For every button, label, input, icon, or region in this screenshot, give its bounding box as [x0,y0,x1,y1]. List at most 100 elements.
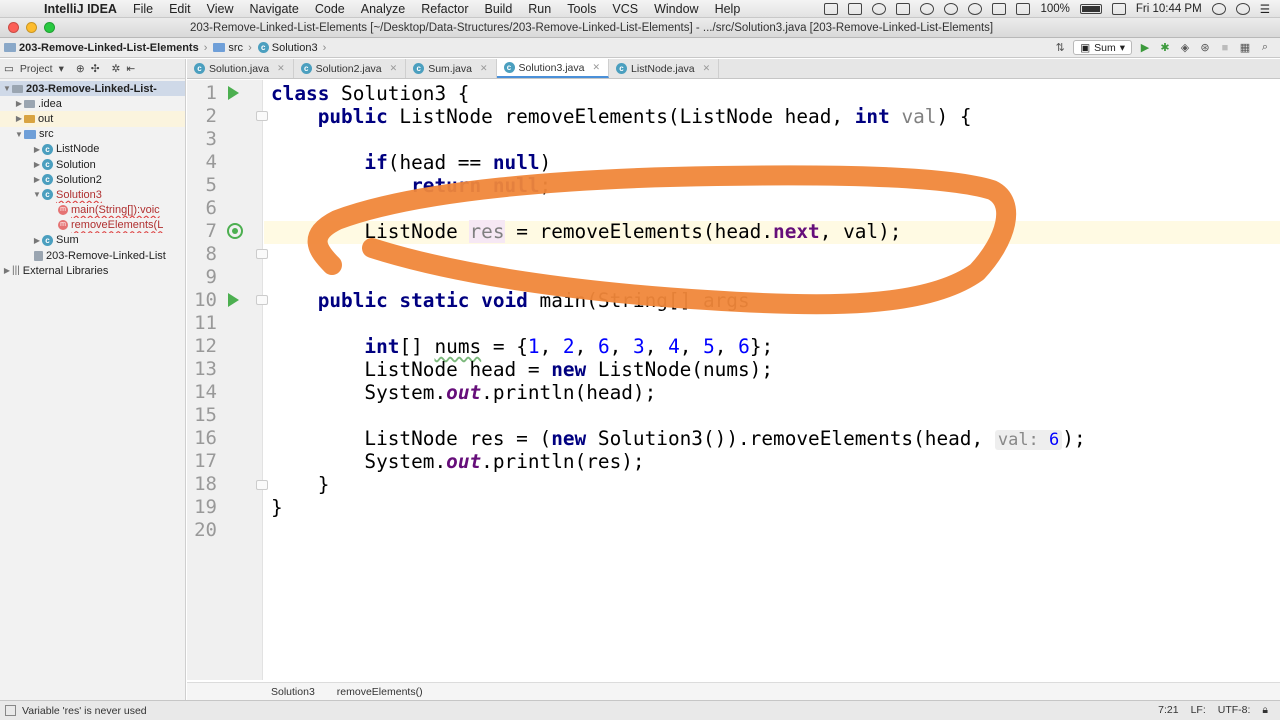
menu-navigate[interactable]: Navigate [242,2,307,16]
gear-icon[interactable]: ✲ [112,63,121,75]
menu-app-name[interactable]: IntelliJ IDEA [36,2,125,16]
close-tab-icon[interactable]: ✕ [386,63,398,74]
hide-panel-icon[interactable]: ⇤ [126,63,135,75]
tree-item-solution2[interactable]: ▶ c Solution2 [0,172,185,187]
breadcrumb-class[interactable]: Solution3 [271,686,315,698]
close-tab-icon[interactable]: ✕ [588,62,600,73]
tree-item-solution3[interactable]: ▼ c Solution3 [0,187,185,202]
menu-analyze[interactable]: Analyze [353,2,413,16]
project-structure-icon[interactable]: ▦ [1238,41,1252,55]
recursive-call-icon[interactable] [227,223,243,239]
tree-item-solution[interactable]: ▶ c Solution [0,157,185,172]
line-separator[interactable]: LF: [1191,704,1206,717]
minimize-window-button[interactable] [26,22,37,33]
tree-item-iml-file[interactable]: 203-Remove-Linked-List [0,248,185,263]
run-configuration-select[interactable]: ▣ Sum ▾ [1073,40,1132,55]
fold-marker-icon[interactable] [256,480,268,490]
tree-item-listnode[interactable]: ▶ c ListNode [0,142,185,157]
close-tab-icon[interactable]: ✕ [476,63,488,74]
code-editor[interactable]: 1 2 3 4 5 6 7 8 9 10 11 12 13 14 15 16 1… [187,80,1280,680]
breadcrumb-project[interactable]: 203-Remove-Linked-List-Elements › [0,42,209,54]
expand-arrow-icon[interactable]: ▼ [2,84,12,93]
tab-solution2[interactable]: c Solution2.java ✕ [294,59,407,78]
bluetooth-icon[interactable] [920,2,935,15]
volume-icon[interactable] [1016,2,1031,15]
collapse-arrow-icon[interactable]: ▶ [2,266,12,275]
menu-build[interactable]: Build [476,2,520,16]
wechat-icon[interactable] [848,2,863,15]
collapse-arrow-icon[interactable]: ▶ [14,99,24,108]
notification-center-icon[interactable]: ☰ [1260,2,1270,16]
code-line: } [271,496,283,519]
tab-listnode[interactable]: c ListNode.java ✕ [609,59,720,78]
fold-marker-icon[interactable] [256,111,268,121]
menu-run[interactable]: Run [520,2,559,16]
tree-item-project-root[interactable]: ▼ 203-Remove-Linked-List- [0,81,185,97]
menu-help[interactable]: Help [707,2,749,16]
fullscreen-window-button[interactable] [44,22,55,33]
sync-icon[interactable] [872,2,887,15]
menu-view[interactable]: View [199,2,242,16]
menubar-clock[interactable]: Fri 10:44 PM [1136,3,1202,15]
wifi-icon[interactable] [968,2,983,15]
menu-tools[interactable]: Tools [559,2,604,16]
airplay-icon[interactable] [992,2,1007,15]
menu-refactor[interactable]: Refactor [413,2,476,16]
menu-window[interactable]: Window [646,2,706,16]
tree-item-removeelements-method[interactable]: m removeElements(L [0,218,185,233]
breadcrumb-src[interactable]: src › [209,42,253,54]
collapse-arrow-icon[interactable]: ▶ [32,145,42,154]
siri-icon[interactable] [1235,2,1250,15]
collapse-arrow-icon[interactable]: ▶ [32,175,42,184]
tree-item-src[interactable]: ▼ src [0,127,185,142]
caret-position[interactable]: 7:21 [1158,704,1178,717]
tree-item-sum[interactable]: ▶ c Sum [0,233,185,248]
tab-sum[interactable]: c Sum.java ✕ [406,59,497,78]
close-window-button[interactable] [8,22,19,33]
debug-icon[interactable]: ✱ [1158,41,1172,55]
tree-item-main-method[interactable]: m main(String[]):voic [0,203,185,218]
chevron-down-icon[interactable]: ▾ [59,63,64,75]
fold-marker-icon[interactable] [256,249,268,259]
tab-solution[interactable]: c Solution.java ✕ [187,59,294,78]
menu-code[interactable]: Code [307,2,353,16]
tree-item-idea[interactable]: ▶ .idea [0,96,185,111]
expand-arrow-icon[interactable]: ▼ [14,130,24,139]
lock-icon[interactable]: 🔒︎ [1262,704,1268,717]
display-icon[interactable] [896,2,911,15]
close-tab-icon[interactable]: ✕ [273,63,285,74]
run-icon[interactable]: ▶ [1138,41,1152,55]
collapse-all-icon[interactable]: ✣ [91,63,100,75]
keyboard-flag-icon[interactable] [1111,2,1126,15]
expand-arrow-icon[interactable]: ▼ [32,190,42,199]
timemachine-icon[interactable] [944,2,959,15]
fold-marker-icon[interactable] [256,295,268,305]
spotlight-search-icon[interactable] [1211,2,1226,15]
run-class-gutter-icon[interactable] [228,86,239,100]
coverage-icon[interactable]: ◈ [1178,41,1192,55]
tree-item-external-libraries[interactable]: ▶ ||| External Libraries [0,263,185,278]
breadcrumb-class[interactable]: c Solution3 › [254,42,329,54]
collapse-arrow-icon[interactable]: ▶ [14,114,24,123]
profile-icon[interactable]: ⊛ [1198,41,1212,55]
run-main-gutter-icon[interactable] [228,293,239,307]
search-everywhere-icon[interactable]: ⌕ [1258,41,1272,55]
menu-vcs[interactable]: VCS [604,2,646,16]
battery-icon[interactable] [1079,3,1102,14]
scroll-from-source-icon[interactable]: ⊕ [76,63,85,75]
breadcrumb-method[interactable]: removeElements() [337,686,423,698]
input-method-icon[interactable] [824,2,839,15]
file-encoding[interactable]: UTF-8: [1218,704,1251,717]
vcs-update-icon[interactable]: ⇅ [1053,41,1067,55]
project-view-select[interactable]: Project [20,63,53,75]
menu-file[interactable]: File [125,2,161,16]
editor-gutter[interactable]: 1 2 3 4 5 6 7 8 9 10 11 12 13 14 15 16 1… [187,80,288,680]
stop-icon[interactable]: ■ [1218,41,1232,55]
menu-edit[interactable]: Edit [161,2,199,16]
collapse-arrow-icon[interactable]: ▶ [32,160,42,169]
tab-solution3[interactable]: c Solution3.java ✕ [496,59,610,78]
tree-item-out[interactable]: ▶ out [0,111,185,127]
collapse-arrow-icon[interactable]: ▶ [32,236,42,245]
tool-windows-icon[interactable] [5,705,16,716]
close-tab-icon[interactable]: ✕ [699,63,711,74]
